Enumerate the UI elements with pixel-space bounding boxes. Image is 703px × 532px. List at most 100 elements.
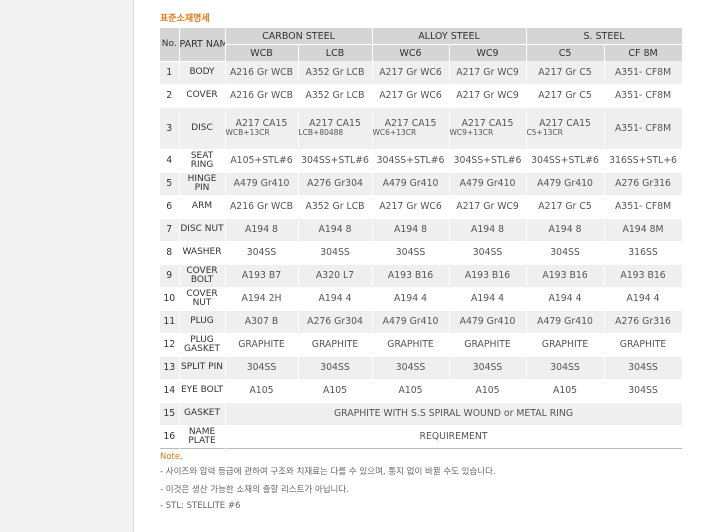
material-cell: A194 4 <box>604 287 683 310</box>
row-number: 6 <box>160 195 180 218</box>
row-number: 12 <box>160 333 180 356</box>
row-number: 14 <box>160 379 180 402</box>
material-cell: 304SS <box>604 356 683 379</box>
material-cell: A216 Gr WCB <box>225 61 299 84</box>
material-cell: 304SS+STL#6 <box>449 149 527 172</box>
material-cell: A217 Gr WC9 <box>449 195 527 218</box>
material-cell: A105+STL#6 <box>225 149 299 172</box>
material-cell: A479 Gr410 <box>225 172 299 195</box>
material-cell: A479 Gr410 <box>449 172 527 195</box>
material-cell-secondary: WCB+13CR <box>225 128 270 137</box>
row-number: 3 <box>160 107 180 149</box>
material-cell: A479 Gr410 <box>449 310 527 333</box>
material-cell: A479 Gr410 <box>526 310 605 333</box>
material-cell: A193 B16 <box>449 264 527 287</box>
notes-title: Note. <box>160 452 183 462</box>
material-cell: A217 CA15 WC6+13CR <box>372 107 450 149</box>
table-row: 14 EYE BOLT A105 A105 A105 A105 A105 304SS <box>160 379 683 402</box>
material-cell: A217 Gr WC6 <box>372 84 450 107</box>
material-cell: A105 <box>372 379 450 402</box>
part-name: ARM <box>179 195 226 218</box>
row-number: 5 <box>160 172 180 195</box>
material-cell: A351- CF8M <box>604 61 683 84</box>
material-cell-primary: A217 CA15 <box>461 118 514 129</box>
material-cell-primary: A217 CA15 <box>384 118 437 129</box>
material-cell: A105 <box>449 379 527 402</box>
material-cell: A352 Gr LCB <box>298 84 373 107</box>
part-name: NAME PLATE <box>179 425 226 448</box>
note-line: - STL: STELLITE #6 <box>160 501 241 511</box>
material-cell: 304SS <box>526 241 605 264</box>
part-name: HINGE PIN <box>179 172 226 195</box>
material-cell: GRAPHITE <box>372 333 450 356</box>
material-cell: A216 Gr WCB <box>225 195 299 218</box>
header-grade-c5: C5 <box>526 44 605 61</box>
table-row: 4 SEAT RING A105+STL#6 304SS+STL#6 304SS+STL… <box>160 149 683 172</box>
material-cell: A351- CF8M <box>604 84 683 107</box>
material-cell-primary: A217 CA15 <box>539 118 591 129</box>
table-row: 12 PLUG GASKET GRAPHITE GRAPHITE GRAPHITE GRA… <box>160 333 683 356</box>
material-cell: A351- CF8M <box>604 195 683 218</box>
header-grade-wc6: WC6 <box>372 44 450 61</box>
material-cell: 304SS <box>372 356 450 379</box>
part-name: SPLIT PIN <box>179 356 226 379</box>
header-group-s-steel: S. STEEL <box>526 28 683 45</box>
header-group-alloy-steel: ALLOY STEEL <box>372 28 527 45</box>
material-cell: A276 Gr304 <box>298 172 373 195</box>
table-row: 8 WASHER 304SS 304SS 304SS 304SS 304SS 316SS <box>160 241 683 264</box>
section-title: 표준소재명세 <box>160 14 210 24</box>
table-row: 10 COVER NUT A194 2H A194 4 A194 4 A194 4 A194… <box>160 287 683 310</box>
material-cell: A352 Gr LCB <box>298 195 373 218</box>
note-line: - 사이즈와 압력 등급에 관하여 구조와 치재료는 다를 수 있으며, 통지 … <box>160 467 496 477</box>
row-number: 7 <box>160 218 180 241</box>
material-cell: A217 Gr C5 <box>526 195 605 218</box>
material-cell: A194 4 <box>449 287 527 310</box>
material-cell: A217 Gr C5 <box>526 61 605 84</box>
material-cell: 304SS <box>604 379 683 402</box>
part-name: BODY <box>179 61 226 84</box>
material-cell: 304SS+STL#6 <box>298 149 373 172</box>
material-cell-secondary: WC9+13CR <box>449 128 494 137</box>
material-cell: 304SS <box>225 241 299 264</box>
material-cell: A479 Gr410 <box>372 310 450 333</box>
material-cell: A217 Gr WC6 <box>372 61 450 84</box>
material-cell: A105 <box>298 379 373 402</box>
header-grade-wc9: WC9 <box>449 44 527 61</box>
header-grade-lcb: LCB <box>298 44 373 61</box>
material-cell: A105 <box>225 379 299 402</box>
table-row: 16 NAME PLATE REQUIREMENT <box>160 425 683 448</box>
table-row: 3 DISC A217 CA15 WCB+13CR A217 CA15 LCB+80488… <box>160 107 683 149</box>
material-cell: 316SS <box>604 241 683 264</box>
table-row: 11 PLUG A307 B A276 Gr304 A479 Gr410 A479 Gr4… <box>160 310 683 333</box>
table-row: 1 BODY A216 Gr WCB A352 Gr LCB A217 Gr WC6 A2… <box>160 61 683 84</box>
material-spec-table: No. PART NAME CARBON STEEL ALLOY STEEL S… <box>160 28 683 449</box>
part-name: WASHER <box>179 241 226 264</box>
material-cell: A351- CF8M <box>604 107 683 149</box>
material-cell: A320 L7 <box>298 264 373 287</box>
material-cell: 304SS <box>225 356 299 379</box>
material-cell: A193 B16 <box>604 264 683 287</box>
material-cell: A194 4 <box>526 287 605 310</box>
material-cell: A194 8 <box>526 218 605 241</box>
material-cell: A479 Gr410 <box>526 172 605 195</box>
material-cell: A217 CA15 LCB+80488 <box>298 107 373 149</box>
part-name: DISC <box>179 107 226 149</box>
material-cell: A194 8 <box>225 218 299 241</box>
part-name: COVER NUT <box>179 287 226 310</box>
material-cell-secondary: WC6+13CR <box>372 128 417 137</box>
material-cell: A194 8M <box>604 218 683 241</box>
material-cell: A194 4 <box>372 287 450 310</box>
material-cell: 304SS <box>449 356 527 379</box>
header-grade-cf8m: CF 8M <box>604 44 683 61</box>
table-row: 6 ARM A216 Gr WCB A352 Gr LCB A217 Gr WC6 A21… <box>160 195 683 218</box>
row-number: 1 <box>160 61 180 84</box>
material-cell: A217 CA15 WC9+13CR <box>449 107 527 149</box>
material-cell: A217 CA15 WCB+13CR <box>225 107 299 149</box>
row-number: 11 <box>160 310 180 333</box>
material-cell: 304SS+STL#6 <box>526 149 605 172</box>
table-row: 9 COVER BOLT A193 B7 A320 L7 A193 B16 A193 B1… <box>160 264 683 287</box>
material-cell: GRAPHITE <box>449 333 527 356</box>
table-row: 15 GASKET GRAPHITE WITH S.S SPIRAL WOUND o… <box>160 402 683 425</box>
material-cell: GRAPHITE <box>225 333 299 356</box>
material-cell: A105 <box>526 379 605 402</box>
